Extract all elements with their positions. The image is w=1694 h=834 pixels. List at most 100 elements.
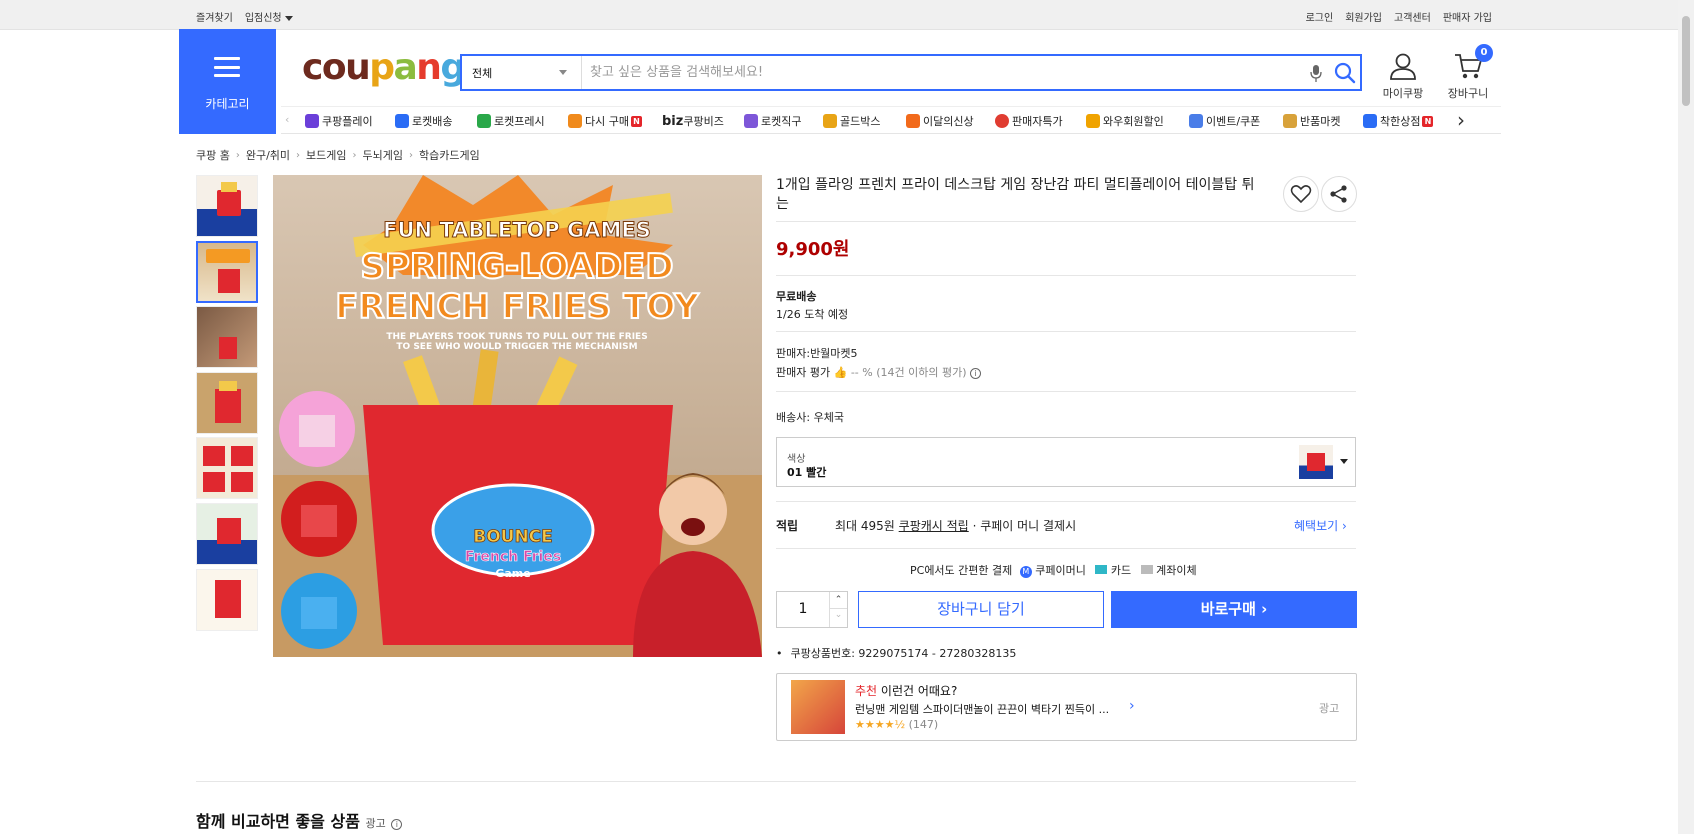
quantity-up-button[interactable]: ⌃	[830, 592, 847, 609]
customer-center-link[interactable]: 고객센터	[1394, 9, 1431, 24]
quantity-value[interactable]: 1	[777, 592, 829, 627]
box-label-1: BOUNCE	[473, 527, 553, 547]
share-button[interactable]	[1321, 176, 1357, 212]
payment-method-card: 카드	[1110, 564, 1132, 577]
shipping-title: 무료배송	[776, 290, 817, 303]
breadcrumb-item[interactable]: 두뇌게임	[363, 147, 403, 163]
nav-item-events[interactable]: 이벤트/쿠폰	[1189, 113, 1260, 129]
thumbnail-list	[196, 175, 258, 634]
breadcrumb-item[interactable]: 학습카드게임	[419, 147, 480, 163]
top-utility-bar: 즐겨찾기 입점신청 로그인 회원가입 고객센터 판매자 가입	[0, 0, 1694, 30]
divider	[776, 331, 1356, 332]
quantity-down-button[interactable]: ⌄	[830, 609, 847, 626]
compare-title: 함께 비교하면 좋을 상품	[196, 812, 360, 831]
category-label: 카테고리	[205, 97, 250, 111]
nav-item-goldbox[interactable]: 골드박스	[823, 113, 880, 129]
image-headline-3: FRENCH FRIES TOY	[335, 287, 699, 327]
product-thumbnail[interactable]	[196, 502, 258, 565]
my-coupang-button[interactable]: 마이쿠팡	[1378, 52, 1428, 101]
seller-signup-link[interactable]: 판매자 가입	[1443, 9, 1492, 24]
info-icon[interactable]: i	[391, 819, 403, 830]
play-icon	[305, 114, 319, 128]
nav-next-arrow[interactable]: ›	[1457, 108, 1465, 132]
image-headline-1: FUN TABLETOP GAMES	[383, 218, 651, 242]
nav-prev-arrow[interactable]: ‹	[285, 113, 289, 126]
seller-name[interactable]: 판매자:반월마켓5	[776, 345, 858, 361]
signup-link[interactable]: 회원가입	[1345, 9, 1382, 24]
coupon-icon	[1189, 114, 1203, 128]
courier-value: 우체국	[813, 411, 844, 424]
product-main-image[interactable]: FUN TABLETOP GAMES SPRING-LOADED FRENCH …	[273, 175, 762, 657]
nav-item-return-market[interactable]: 반품마켓	[1283, 113, 1340, 129]
nav-item-label: 이벤트/쿠폰	[1206, 115, 1261, 128]
nav-item-coupang-biz[interactable]: biz쿠팡비즈	[662, 113, 724, 129]
add-to-cart-button[interactable]: 장바구니 담기	[858, 591, 1104, 628]
wishlist-button[interactable]	[1283, 176, 1319, 212]
globe-icon	[744, 114, 758, 128]
coupang-logo[interactable]: coupang	[302, 48, 466, 88]
heart-icon	[1290, 185, 1312, 204]
nav-item-rocket-global[interactable]: 로켓직구	[744, 113, 801, 129]
store-icon	[1363, 114, 1377, 128]
divider	[776, 391, 1356, 392]
nav-item-label: 다시 구매	[585, 115, 629, 128]
recommendation-rating: ★★★★½ (147)	[855, 718, 938, 731]
image-headline-2: SPRING-LOADED	[360, 247, 673, 287]
benefits-link[interactable]: 혜택보기 ›	[1294, 517, 1347, 534]
nav-item-wow-discount[interactable]: 와우회원할인	[1086, 113, 1164, 129]
nav-item-label: 쿠팡비즈	[683, 115, 724, 128]
category-menu-button[interactable]: 카테고리	[179, 29, 276, 134]
product-thumbnail[interactable]	[196, 306, 258, 369]
compare-section-title: 함께 비교하면 좋을 상품 광고 i	[196, 808, 403, 832]
nav-item-label: 판매자특가	[1012, 115, 1063, 128]
nav-item-seller-deals[interactable]: 판매자특가	[995, 113, 1063, 129]
color-option-select[interactable]: 색상 01 빨간	[776, 437, 1356, 487]
info-icon[interactable]: i	[970, 368, 981, 379]
nav-item-good-store[interactable]: 착한상점 N	[1363, 113, 1434, 129]
nav-item-new-arrivals[interactable]: 이달의신상	[906, 113, 974, 129]
breadcrumb-item[interactable]: 완구/취미	[246, 147, 290, 163]
coupang-cash-link[interactable]: 쿠팡캐시 적립	[899, 519, 969, 533]
product-thumbnail[interactable]	[196, 371, 258, 434]
breadcrumb-item[interactable]: 쿠팡 홈	[196, 147, 230, 163]
star-rating-icon: ★★★★½	[855, 718, 906, 731]
login-link[interactable]: 로그인	[1306, 9, 1334, 24]
product-thumbnail[interactable]	[196, 568, 258, 631]
reward-amount: 최대 495원	[835, 519, 895, 533]
page-scrollbar[interactable]	[1678, 0, 1694, 834]
nav-item-rocket-delivery[interactable]: 로켓배송	[395, 113, 452, 129]
biz-logo: biz	[662, 114, 684, 129]
search-input[interactable]	[590, 56, 1250, 89]
courier: 배송사: 우체국	[776, 409, 844, 425]
breadcrumb: 쿠팡 홈 › 완구/취미 › 보드게임 › 두뇌게임 › 학습카드게임	[196, 147, 480, 163]
buy-now-button[interactable]: 바로구매 ›	[1111, 591, 1357, 628]
search-scope-select[interactable]: 전체	[462, 56, 582, 89]
product-price: 9,900원	[776, 239, 850, 260]
rocket-fresh-icon	[477, 114, 491, 128]
arrival-date: 1/26 도착 예정	[776, 308, 849, 321]
microphone-icon[interactable]	[1310, 65, 1322, 82]
nav-item-rocket-fresh[interactable]: 로켓프레시	[477, 113, 545, 129]
nav-item-coupang-play[interactable]: 쿠팡플레이	[305, 113, 373, 129]
chevron-right-icon: ›	[352, 149, 357, 161]
chevron-right-icon[interactable]: ›	[1129, 698, 1135, 714]
gift-box-icon	[823, 114, 837, 128]
chevron-right-icon: ›	[296, 149, 301, 161]
bookmark-link[interactable]: 즐겨찾기	[196, 9, 233, 24]
product-thumbnail-selected[interactable]	[196, 240, 258, 303]
recommend-headline: 이런건 어때요?	[880, 684, 958, 698]
percent-icon	[995, 114, 1009, 128]
product-thumbnail[interactable]	[196, 175, 258, 237]
rocket-icon	[395, 114, 409, 128]
recommendation-card[interactable]: 추천 이런건 어때요? 런닝맨 게임템 스파이더맨놀이 끈끈이 벽타기 찐득이 …	[776, 673, 1357, 741]
breadcrumb-item[interactable]: 보드게임	[306, 147, 346, 163]
quantity-stepper: 1 ⌃ ⌄	[776, 591, 848, 628]
seller-apply-link[interactable]: 입점신청	[245, 9, 293, 24]
payment-title: PC에서도 간편한 결제	[910, 564, 1013, 577]
search-icon[interactable]	[1334, 62, 1356, 84]
payment-method-bank: 계좌이체	[1156, 564, 1197, 577]
product-thumbnail[interactable]	[196, 437, 258, 500]
nav-item-rebuy[interactable]: 다시 구매 N	[568, 113, 642, 129]
cart-label: 장바구니	[1447, 87, 1489, 100]
scrollbar-thumb[interactable]	[1682, 16, 1690, 106]
